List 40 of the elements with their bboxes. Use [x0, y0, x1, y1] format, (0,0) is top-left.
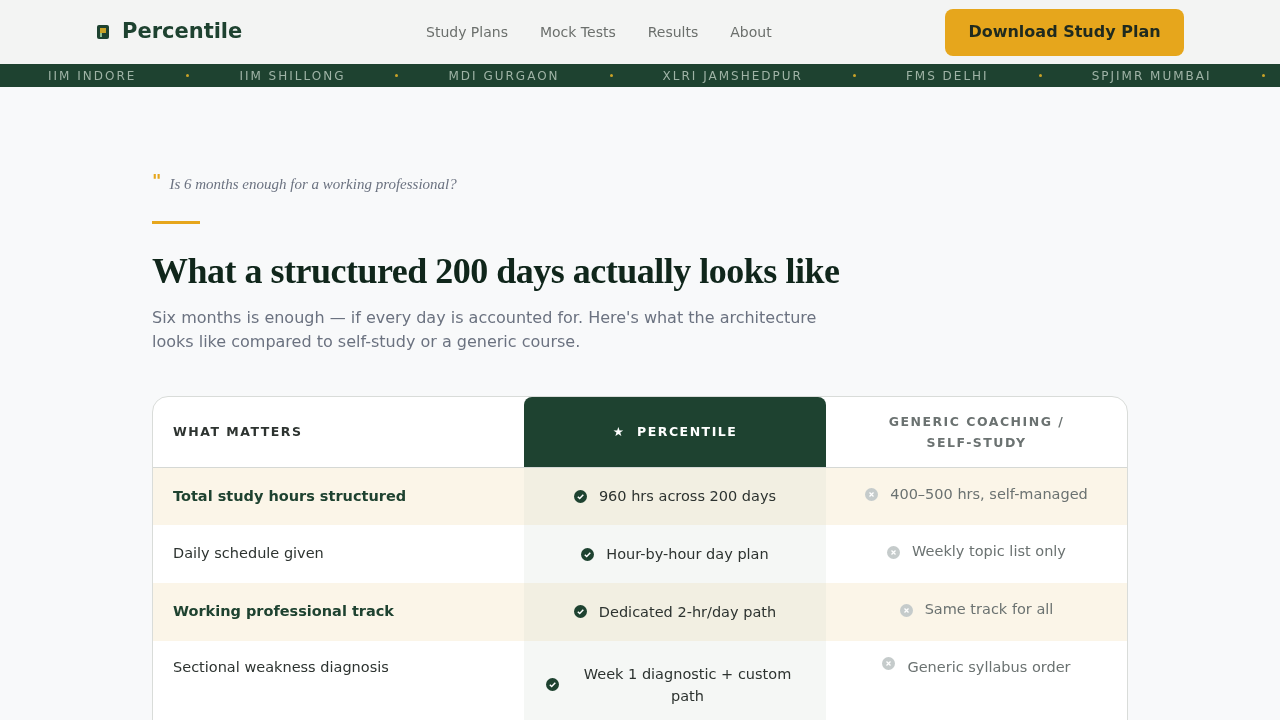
section-heading: What a structured 200 days actually looks like: [152, 249, 841, 293]
cross-icon: [865, 488, 879, 501]
percentile-value: Week 1 diagnostic + custom path: [582, 664, 793, 706]
generic-value: Same track for all: [924, 600, 1054, 620]
ticker-item: FMS DELHI: [905, 67, 989, 85]
ticker-item: IIM SHILLONG: [239, 67, 346, 85]
intro-paragraph: Six months is enough — if every day is accounted for. Here's what the architecture looks like compared to self-study or a generic course.: [152, 306, 818, 353]
nav-link[interactable]: Results: [647, 21, 699, 43]
percentile-value: 960 hrs across 200 days: [598, 487, 777, 507]
cross-icon: [899, 603, 913, 617]
ticker-item: MDI GURGAON: [448, 67, 560, 85]
quote-text: Is 6 months enough for a working professional?: [169, 175, 457, 194]
generic-value: 400–500 hrs, self-managed: [890, 484, 1088, 504]
nav-link[interactable]: Study Plans: [426, 21, 508, 43]
column-header: WHAT MATTERS: [173, 423, 303, 441]
check-icon: [581, 547, 595, 561]
column-header: ★ PERCENTILE: [612, 423, 738, 441]
feature-label: Sectional weakness diagnosis: [173, 657, 389, 677]
feature-label: Daily schedule given: [173, 544, 324, 564]
nav-link[interactable]: About: [730, 21, 772, 43]
check-icon: [546, 678, 559, 692]
ticker-item: IIM INDORE: [48, 67, 137, 85]
download-button[interactable]: Download Study Plan: [945, 8, 1184, 56]
generic-value: Generic syllabus order: [907, 657, 1071, 677]
cross-icon: [882, 656, 896, 670]
cross-icon: [887, 545, 901, 559]
check-icon: [573, 489, 587, 503]
brand-name[interactable]: Percentile: [122, 16, 243, 48]
ticker-item: SPJIMR MUMBAI: [1091, 67, 1212, 85]
logo-icon: [96, 24, 110, 40]
quote-mark: ": [152, 171, 162, 191]
ticker-item: XLRI JAMSHEDPUR: [662, 67, 803, 85]
generic-value: Weekly topic list only: [912, 542, 1066, 562]
feature-label: Total study hours structured: [173, 486, 407, 506]
percentile-value: Hour-by-hour day plan: [606, 545, 769, 565]
percentile-value: Dedicated 2-hr/day path: [598, 602, 777, 622]
feature-label: Working professional track: [173, 602, 394, 621]
column-header: GENERIC COACHING / SELF-STUDY: [887, 412, 1066, 452]
check-icon: [573, 605, 587, 619]
nav-link[interactable]: Mock Tests: [539, 21, 616, 43]
